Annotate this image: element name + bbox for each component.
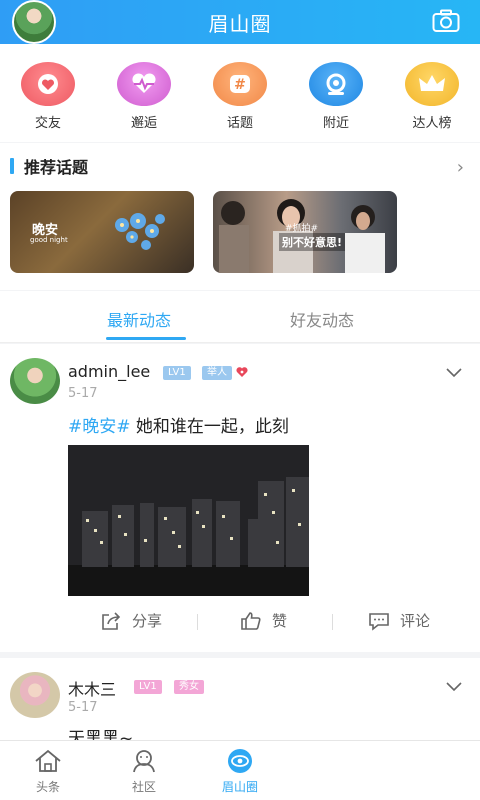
tab-friends[interactable]: 好友动态 <box>290 307 354 331</box>
category-label: 附近 <box>322 116 349 131</box>
active-tab-indicator <box>106 337 186 340</box>
post-hashtag[interactable]: #晚安# <box>68 417 131 437</box>
avatar[interactable] <box>10 358 60 404</box>
nav-item-meishan-circle[interactable]: 眉山圈 <box>192 741 288 800</box>
share-label: 分享 <box>132 612 163 630</box>
feed-post: admin_lee LV1 举人 5-17 #晚安# 她和谁在一起，此刻 分享 … <box>0 344 480 652</box>
category-label: 邂逅 <box>130 116 157 131</box>
level-badge: LV1 <box>134 680 162 694</box>
tab-latest[interactable]: 最新动态 <box>107 307 171 331</box>
feed-post: 木木三 LV1 秀女 5-17 天黑黑~ <box>0 658 480 740</box>
post-username[interactable]: admin_lee <box>68 362 150 381</box>
topic-caption: 别不好意思! <box>279 233 346 251</box>
category-label: 交友 <box>34 116 61 131</box>
post-content: #晚安# 她和谁在一起，此刻 <box>68 412 289 437</box>
comment-label: 评论 <box>400 612 431 630</box>
night-city-photo <box>68 445 309 596</box>
nav-label: 眉山圈 <box>221 779 258 794</box>
post-date: 5-17 <box>68 386 98 401</box>
heartbeat-icon <box>117 62 171 106</box>
level-badge: LV1 <box>163 366 191 380</box>
post-text: 她和谁在一起，此刻 <box>130 417 289 437</box>
share-button[interactable]: 分享 <box>100 610 162 631</box>
user-avatar[interactable] <box>12 0 56 44</box>
category-row: 交友 邂逅 # 话题 附近 达人榜 <box>0 44 480 142</box>
title-badge: 秀女 <box>174 680 204 694</box>
crown-icon <box>405 62 459 106</box>
category-topics[interactable]: # 话题 <box>200 62 280 131</box>
camera-icon[interactable] <box>432 9 460 33</box>
section-header: 推荐话题 <box>0 143 480 189</box>
heart-icon <box>21 62 75 106</box>
category-friends[interactable]: 交友 <box>8 62 88 131</box>
nav-item-community[interactable]: 社区 <box>96 741 192 800</box>
nav-item-empty <box>288 741 384 800</box>
chevron-right-icon[interactable]: › <box>457 157 464 178</box>
svg-text:#: # <box>234 77 246 93</box>
nav-label: 头条 <box>35 779 60 794</box>
top-bar: 眉山圈 <box>0 0 480 44</box>
bottom-nav: 头条 社区 眉山圈 <box>0 740 480 800</box>
category-label: 话题 <box>226 116 253 131</box>
comment-icon <box>369 612 389 631</box>
title-badge: 举人 <box>202 366 232 380</box>
category-ranking[interactable]: 达人榜 <box>392 62 472 131</box>
category-label: 达人榜 <box>412 116 452 131</box>
post-date: 5-17 <box>68 700 98 715</box>
nav-item-empty <box>384 741 480 800</box>
post-image[interactable] <box>68 445 309 596</box>
chevron-down-icon[interactable] <box>446 682 462 692</box>
nav-item-headlines[interactable]: 头条 <box>0 741 96 800</box>
category-nearby[interactable]: 附近 <box>296 62 376 131</box>
like-button[interactable]: 赞 <box>240 610 287 631</box>
divider <box>332 614 333 630</box>
thumbs-up-icon <box>241 611 261 630</box>
recommended-topics: 推荐话题 › 晚安 good night #抓拍# 别不好意思! <box>0 143 480 290</box>
flower-image <box>115 213 165 250</box>
post-actions: 分享 赞 评论 <box>68 606 480 636</box>
nav-label: 社区 <box>131 779 156 794</box>
avatar[interactable] <box>10 672 60 718</box>
divider <box>197 614 198 630</box>
topic-subcaption: good night <box>30 236 68 244</box>
comment-button[interactable]: 评论 <box>368 610 430 631</box>
heart-badge-icon <box>236 367 248 377</box>
share-icon <box>102 611 121 630</box>
post-username[interactable]: 木木三 <box>68 676 116 700</box>
feed-tabs: 最新动态 好友动态 <box>0 291 480 343</box>
section-title: 推荐话题 <box>24 158 89 177</box>
hashtag-icon: # <box>213 62 267 106</box>
circle-eye-icon <box>228 748 252 773</box>
category-encounter[interactable]: 邂逅 <box>104 62 184 131</box>
community-icon <box>133 749 155 772</box>
post-text: 天黑黑~ <box>68 729 134 740</box>
topic-card-snapshot[interactable]: #抓拍# 别不好意思! <box>213 191 397 273</box>
topic-card-goodnight[interactable]: 晚安 good night <box>10 191 194 273</box>
home-icon <box>35 749 61 772</box>
section-accent-bar <box>10 158 14 174</box>
chevron-down-icon[interactable] <box>446 368 462 378</box>
page-title: 眉山圈 <box>208 11 272 36</box>
like-label: 赞 <box>272 612 288 630</box>
location-icon <box>309 62 363 106</box>
